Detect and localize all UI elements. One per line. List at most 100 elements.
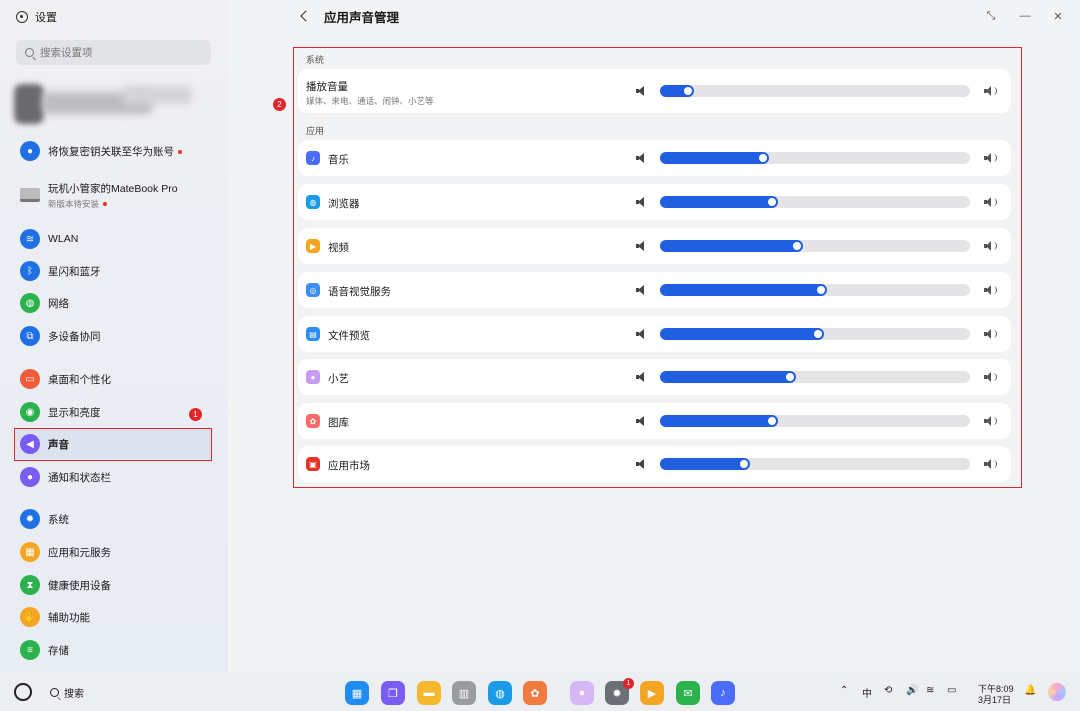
messages-icon[interactable]: ✉ bbox=[676, 681, 700, 705]
volume-low-icon bbox=[636, 416, 646, 426]
app-volume-row: ▣ 应用市场 bbox=[298, 446, 1011, 482]
slider-knob[interactable] bbox=[817, 286, 825, 294]
section-system-label: 系统 bbox=[306, 55, 325, 65]
slider-fill bbox=[660, 196, 778, 208]
volume-high-icon bbox=[984, 197, 998, 207]
volume-slider[interactable] bbox=[660, 371, 970, 383]
app-name: 语音视觉服务 bbox=[328, 286, 391, 298]
wifi-icon: ≋ bbox=[20, 229, 40, 249]
sidebar-item-label: 存储 bbox=[48, 644, 69, 657]
files-icon[interactable]: ▬ bbox=[417, 681, 441, 705]
xiaoyi-icon[interactable]: ● bbox=[570, 681, 594, 705]
volume-slider[interactable] bbox=[660, 284, 970, 296]
browser-icon: ◍ bbox=[306, 195, 320, 209]
sidebar-item-label: 健康使用设备 bbox=[48, 579, 111, 592]
restore-icon[interactable]: ⤡ bbox=[983, 8, 999, 24]
account-card[interactable] bbox=[12, 84, 212, 124]
browser-icon[interactable]: ◍ bbox=[488, 681, 512, 705]
page-title: 应用声音管理 bbox=[324, 10, 400, 25]
sidebar-item-label: 通知和状态栏 bbox=[48, 471, 111, 484]
start-icon[interactable] bbox=[14, 683, 32, 701]
slider-knob[interactable] bbox=[768, 198, 776, 206]
sidebar-item-label: 网络 bbox=[48, 297, 69, 310]
apps-icon: ▦ bbox=[20, 542, 40, 562]
music-icon[interactable]: ♪ bbox=[711, 681, 735, 705]
sidebar-item[interactable]: ✋ 辅助功能 bbox=[16, 602, 211, 632]
bluetooth-icon: ᛒ bbox=[20, 261, 40, 281]
volume-high-icon bbox=[984, 372, 998, 382]
slider-fill bbox=[660, 415, 778, 427]
slider-knob[interactable] bbox=[786, 373, 794, 381]
slider-knob[interactable] bbox=[740, 460, 748, 468]
slider-knob[interactable] bbox=[814, 330, 822, 338]
volume-low-icon bbox=[636, 86, 646, 96]
volume-high-icon bbox=[984, 459, 998, 469]
sidebar-item[interactable]: ⧉ 多设备协同 bbox=[16, 321, 211, 351]
slider-knob[interactable] bbox=[759, 154, 767, 162]
volume-slider[interactable] bbox=[660, 240, 970, 252]
notice-recovery-key[interactable]: ● 将恢复密钥关联至华为账号 bbox=[16, 136, 211, 166]
multitask-icon[interactable]: ❐ bbox=[381, 681, 405, 705]
minimize-icon[interactable]: — bbox=[1017, 8, 1033, 24]
chevron-up-icon[interactable]: ⌃ bbox=[840, 685, 848, 696]
taskbar-search[interactable]: 搜索 bbox=[50, 685, 84, 700]
notification-bell-icon[interactable]: 🔔 bbox=[1024, 685, 1036, 696]
slider-knob[interactable] bbox=[684, 87, 692, 95]
sidebar-item[interactable]: ▦ 应用和元服务 bbox=[16, 537, 211, 567]
launcher-icon[interactable]: ▦ bbox=[345, 681, 369, 705]
globe-icon: ◍ bbox=[20, 293, 40, 313]
clock[interactable]: 下午8:09 3月17日 bbox=[978, 684, 1014, 706]
sidebar-item[interactable]: ≡ 存储 bbox=[16, 635, 211, 665]
marker-2: 2 bbox=[273, 98, 286, 111]
app-volume-row: ● 小艺 bbox=[298, 359, 1011, 395]
video-icon[interactable]: ▶ bbox=[640, 681, 664, 705]
sidebar-item[interactable]: ▭ 桌面和个性化 bbox=[16, 364, 211, 394]
screen-rotate-icon[interactable]: ⟲ bbox=[884, 685, 892, 696]
sidebar-item[interactable]: ✹ 系统 bbox=[16, 504, 211, 534]
xiaoyi-assistant-icon[interactable] bbox=[1048, 683, 1066, 701]
back-icon[interactable] bbox=[300, 10, 312, 22]
sidebar-item[interactable]: ◍ 网络 bbox=[16, 288, 211, 318]
volume-slider[interactable] bbox=[660, 415, 970, 427]
close-icon[interactable]: ✕ bbox=[1050, 8, 1066, 24]
sidebar-item-label: 系统 bbox=[48, 513, 69, 526]
slider-knob[interactable] bbox=[793, 242, 801, 250]
sidebar-item[interactable]: ⧗ 健康使用设备 bbox=[16, 570, 211, 600]
sidebar-item[interactable]: ᛒ 星闪和蓝牙 bbox=[16, 256, 211, 286]
slider-knob[interactable] bbox=[768, 417, 776, 425]
volume-high-icon bbox=[984, 329, 998, 339]
app-name: 应用市场 bbox=[328, 460, 370, 472]
app-name: 音乐 bbox=[328, 154, 349, 166]
app-volume-row: ▶ 视频 bbox=[298, 228, 1011, 264]
volume-low-icon bbox=[636, 197, 646, 207]
volume-slider[interactable] bbox=[660, 152, 970, 164]
volume-slider[interactable] bbox=[660, 196, 970, 208]
xiaoyi-icon: ● bbox=[306, 370, 320, 384]
sidebar-item[interactable]: ● 通知和状态栏 bbox=[16, 462, 211, 492]
search-input[interactable]: 搜索设置项 bbox=[16, 40, 211, 65]
row-name: 播放音量 bbox=[306, 81, 348, 93]
volume-slider[interactable] bbox=[660, 85, 970, 97]
volume-slider[interactable] bbox=[660, 328, 970, 340]
volume-slider[interactable] bbox=[660, 458, 970, 470]
sidebar-item[interactable]: ◉ 显示和亮度 bbox=[16, 397, 211, 427]
volume-high-icon bbox=[984, 153, 998, 163]
trash-icon[interactable]: ▥ bbox=[452, 681, 476, 705]
volume-icon[interactable]: 🔊 bbox=[906, 685, 918, 696]
gallery-icon[interactable]: ✿ bbox=[523, 681, 547, 705]
sidebar-item-label: WLAN bbox=[48, 233, 79, 245]
app-volume-row: ✿ 图库 bbox=[298, 403, 1011, 439]
section-apps-label: 应用 bbox=[306, 126, 325, 136]
search-icon bbox=[25, 48, 34, 57]
account-detail-blurred bbox=[122, 86, 192, 104]
volume-high-icon bbox=[984, 86, 998, 96]
sidebar-item[interactable]: ◀ 声音 bbox=[16, 429, 211, 459]
notice-label: 将恢复密钥关联至华为账号 bbox=[48, 145, 174, 158]
input-method-icon[interactable]: 中 bbox=[862, 685, 872, 700]
battery-icon[interactable]: ▭ bbox=[947, 685, 956, 696]
wifi-icon[interactable]: ≋ bbox=[926, 685, 934, 696]
slider-fill bbox=[660, 284, 827, 296]
slider-fill bbox=[660, 458, 750, 470]
notice-update[interactable]: 玩机小管家的MateBook Pro 新版本待安装 bbox=[16, 178, 211, 212]
sidebar-item[interactable]: ≋ WLAN bbox=[16, 224, 211, 254]
